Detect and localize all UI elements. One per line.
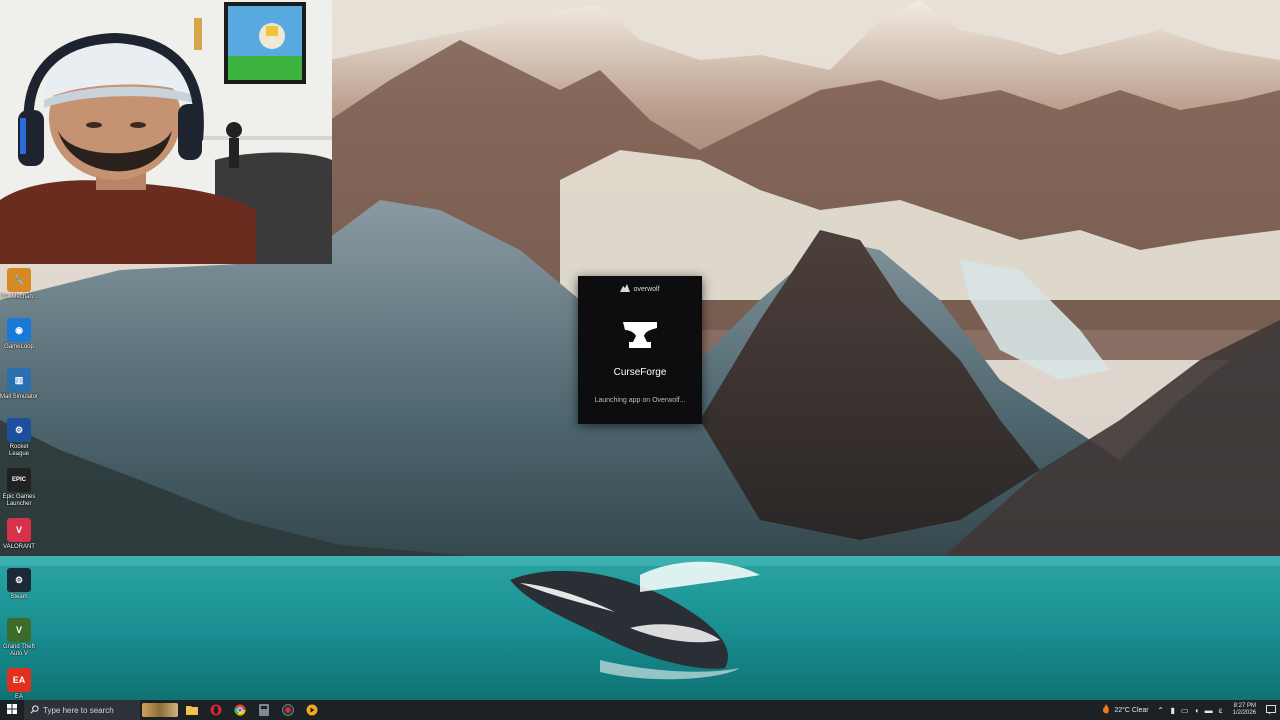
clock-time: 8:27 PM [1233, 703, 1256, 709]
curseforge-launch-splash: overwolf CurseForge Launching app on Ove… [578, 276, 702, 424]
weather-icon [1101, 704, 1111, 716]
system-tray: 22°C Clear ⌃ ▮ ▭ ◖ ▬ ε 8:27 PM 1/2/2026 [1095, 700, 1280, 720]
rocket-league-icon: ⚙ [7, 418, 31, 442]
gameloop-icon: ◉ [7, 318, 31, 342]
video-player-icon[interactable] [300, 700, 324, 720]
weather-widget[interactable]: 22°C Clear [1095, 704, 1154, 716]
network-icon[interactable]: ▭ [1179, 700, 1191, 720]
webcam-overlay [0, 0, 332, 264]
desktop-icon-gta[interactable]: V Grand Theft Auto V [0, 616, 38, 666]
desktop-icon-label: Mall Simulator [0, 394, 39, 400]
file-explorer-icon[interactable] [180, 700, 204, 720]
media-icon[interactable] [252, 700, 276, 720]
epic-games-icon: EPIC [7, 468, 31, 492]
search-input[interactable] [43, 705, 133, 715]
taskbar-search[interactable] [24, 700, 140, 720]
mall-simulator-icon: ▥ [7, 368, 31, 392]
desktop-icon-label: Car Mechan... [0, 294, 38, 300]
start-button[interactable] [0, 700, 24, 720]
overwolf-logo-icon [620, 284, 631, 294]
clock-date: 1/2/2026 [1232, 710, 1256, 716]
chrome-icon[interactable] [228, 700, 252, 720]
desktop-icon-label: VALORANT [3, 544, 35, 550]
launch-status-text: Launching app on Overwolf... [594, 397, 686, 404]
car-mechanic-icon: 🔧 [7, 268, 31, 292]
overwolf-brand-label: overwolf [633, 285, 660, 293]
clock[interactable]: 8:27 PM 1/2/2026 [1227, 703, 1262, 717]
opera-icon[interactable] [204, 700, 228, 720]
desktop-icon-steam[interactable]: ⚙ Steam [0, 566, 38, 616]
webcam-feed [0, 0, 332, 264]
valorant-icon: V [7, 518, 31, 542]
desktop-icon-rocket-league[interactable]: ⚙ Rocket League [0, 416, 38, 466]
ea-icon: EA [7, 668, 31, 692]
desktop-icon-epic-games[interactable]: EPIC Epic Games Launcher [0, 466, 38, 516]
desktop-icon-gameloop[interactable]: ◉ GameLoop [0, 316, 38, 366]
desktop-icon-car-mechanic[interactable]: 🔧 Car Mechan... [0, 266, 38, 316]
notification-center-icon[interactable] [1262, 700, 1280, 720]
windows-logo-icon [7, 701, 17, 719]
screen-recorder-icon[interactable] [276, 700, 300, 720]
desktop-icon-label: Grand Theft Auto V [3, 644, 35, 657]
steam-icon: ⚙ [7, 568, 31, 592]
app-name: CurseForge [613, 367, 667, 378]
desktop-icon-label: Epic Games Launcher [2, 494, 36, 507]
search-icon [30, 704, 39, 716]
volume-icon[interactable]: ◖ [1191, 700, 1203, 720]
gta-icon: V [7, 618, 31, 642]
battery-icon[interactable]: ▬ [1203, 700, 1215, 720]
microphone-icon[interactable]: ▮ [1167, 700, 1179, 720]
desktop-icon-label: Rocket League [8, 444, 30, 457]
overwolf-brand: overwolf [578, 284, 702, 294]
desktop-icon-label: GameLoop [4, 344, 34, 350]
desktop-icon-label: Steam [10, 594, 28, 600]
weather-text: 22°C Clear [1114, 706, 1149, 714]
desktop-icon-column: 🔧 Car Mechan... ◉ GameLoop ▥ Mall Simulator ⚙ R… [0, 266, 38, 716]
taskbar: 22°C Clear ⌃ ▮ ▭ ◖ ▬ ε 8:27 PM 1/2/2026 [0, 700, 1280, 720]
search-highlight-image[interactable] [142, 703, 178, 717]
curseforge-anvil-icon [621, 320, 659, 355]
desktop-icon-valorant[interactable]: V VALORANT [0, 516, 38, 566]
show-hidden-icons-chevron-icon[interactable]: ⌃ [1155, 700, 1167, 720]
language-icon[interactable]: ε [1215, 700, 1227, 720]
desktop-icon-mall-simulator[interactable]: ▥ Mall Simulator [0, 366, 38, 416]
